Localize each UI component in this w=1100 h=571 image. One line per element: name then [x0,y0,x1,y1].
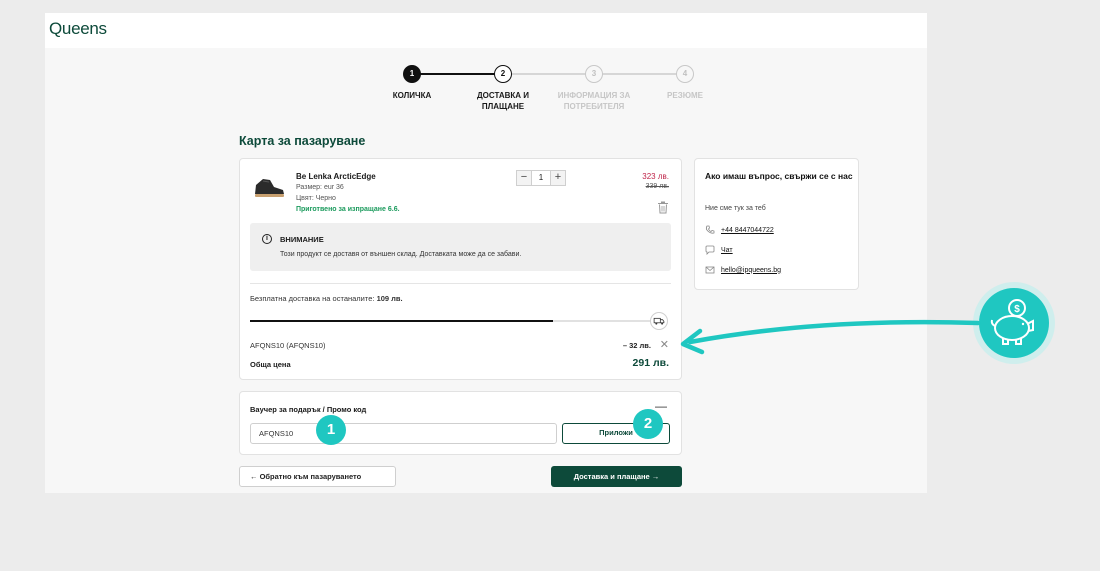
product-price: 323 лв. [642,172,669,181]
phone-link[interactable]: +44 8447044722 [721,227,774,234]
chat-link[interactable]: Чат [721,247,733,254]
delivery-payment-button[interactable]: Доставка и плащане → [551,466,682,487]
step-3-circle: 3 [585,65,603,83]
remove-promo-close-icon[interactable]: ✕ [660,338,669,351]
shoe-image[interactable] [252,175,286,199]
quantity-stepper: − 1 + [516,170,566,186]
annotation-badge-1: 1 [316,415,346,445]
contact-email[interactable]: hello@ipqueens.bg [705,265,781,275]
step-2-label: ДОСТАВКА И ПЛАЩАНЕ [476,91,530,111]
step-3-label: ИНФОРМАЦИЯ ЗА ПОТРЕБИТЕЛЯ [557,91,631,111]
product-name[interactable]: Be Lenka ArcticEdge [296,172,376,181]
applied-promo-code: AFQNS10 (AFQNS10) [250,341,326,350]
warning-notice: i ВНИМАНИЕ Този продукт се доставя от въ… [250,223,671,271]
email-link[interactable]: hello@ipqueens.bg [721,267,781,274]
free-shipping-text: Безплатна доставка на останалите: 109 лв… [250,294,403,303]
free-shipping-amount: 109 лв. [376,294,403,303]
contact-phone[interactable]: +44 8447044722 [705,225,774,235]
ready-to-ship: Приготвено за изпращане 6.6. [296,206,400,213]
step-2-circle[interactable]: 2 [494,65,512,83]
back-to-shopping-button[interactable]: ← Обратно към пазаруването [239,466,396,487]
phone-icon [705,225,715,234]
checkout-stepper: 1 2 3 4 КОЛИЧКА ДОСТАВКА И ПЛАЩАНЕ ИНФОР… [45,13,927,123]
discount-amount: – 32 лв. [622,341,651,350]
qty-minus-button[interactable]: − [517,171,531,185]
voucher-card: Ваучер за подарък / Промо код — AFQNS10 … [239,391,682,455]
total-label: Обща цена [250,360,291,369]
step-4-circle: 4 [676,65,694,83]
free-shipping-label: Безплатна доставка на останалите: [250,294,377,303]
total-value: 291 лв. [632,357,669,369]
mail-icon [705,266,715,274]
divider [250,283,671,284]
product-old-price: 339 лв. [645,183,669,190]
voucher-title: Ваучер за подарък / Промо код [250,405,367,414]
qty-value[interactable]: 1 [531,171,551,185]
info-icon: i [262,234,272,244]
cart-card: Be Lenka ArcticEdge Размер: eur 36 Цвят:… [239,158,682,380]
progress-fill [250,320,554,322]
chat-icon [705,245,715,255]
notice-text: Този продукт се доставя от външен склад.… [280,251,522,258]
svg-text:$: $ [1014,304,1020,315]
piggy-bank-icon: $ [979,288,1049,358]
step-4-label: РЕЗЮМЕ [667,91,703,100]
contact-card: Ако имаш въпрос, свържи се с нас Ние сме… [694,158,859,290]
contact-chat[interactable]: Чат [705,245,733,255]
promo-code-input[interactable]: AFQNS10 [250,423,557,444]
annotation-badge-2: 2 [633,409,663,439]
step-connector [413,73,503,75]
notice-title: ВНИМАНИЕ [280,235,324,244]
product-size: Размер: eur 36 [296,184,344,191]
free-shipping-progress [250,320,660,322]
checkout-page: Queens 1 2 3 4 КОЛИЧКА ДОСТАВКА И ПЛАЩАН… [45,13,927,493]
step-1-circle[interactable]: 1 [403,65,421,83]
truck-icon [650,312,668,330]
contact-title: Ако имаш въпрос, свържи се с нас [705,171,853,181]
qty-plus-button[interactable]: + [551,171,565,185]
page-title: Карта за пазаруване [239,134,366,148]
contact-subtitle: Ние сме тук за теб [705,205,766,212]
product-color: Цвят: Черно [296,195,336,202]
trash-icon[interactable] [657,201,669,214]
step-1-label: КОЛИЧКА [392,91,432,100]
